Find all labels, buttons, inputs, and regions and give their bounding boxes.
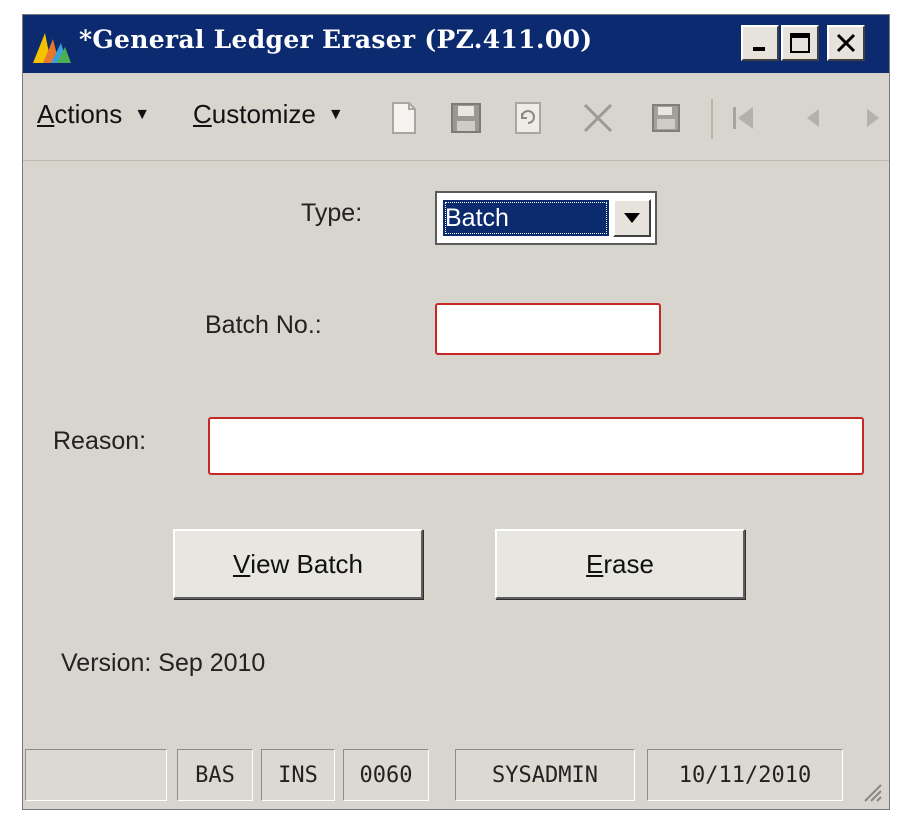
status-cell-user: SYSADMIN: [455, 749, 635, 801]
save-icon[interactable]: [447, 99, 485, 137]
type-dropdown[interactable]: Batch: [435, 191, 657, 245]
actions-menu[interactable]: Actions ▼: [37, 99, 150, 130]
status-cell-code: 0060: [343, 749, 429, 801]
toolbar: Actions ▼ Customize ▼: [23, 73, 889, 161]
erase-label: rase: [603, 548, 654, 579]
actions-menu-accesskey: A: [37, 99, 55, 129]
status-cell-date: 10/11/2010: [647, 749, 843, 801]
customize-menu[interactable]: Customize ▼: [193, 99, 344, 130]
view-batch-accesskey: V: [232, 548, 251, 579]
refresh-icon[interactable]: [509, 99, 547, 137]
title-bar[interactable]: *General Ledger Eraser (PZ.411.00): [23, 15, 889, 73]
reason-input[interactable]: [208, 417, 864, 475]
customize-menu-accesskey: C: [193, 99, 212, 129]
delete-icon[interactable]: [579, 99, 617, 137]
reason-label: Reason:: [53, 427, 147, 455]
app-chart-icon: [33, 33, 71, 63]
type-selected-value: Batch: [443, 200, 609, 236]
actions-menu-label: ctions: [54, 99, 123, 129]
next-record-icon[interactable]: [857, 99, 887, 137]
status-cell-mode: INS: [261, 749, 335, 801]
type-label: Type:: [301, 199, 363, 227]
first-record-icon[interactable]: [725, 99, 763, 137]
batch-no-label: Batch No.:: [205, 311, 322, 339]
maximize-button[interactable]: [781, 25, 819, 61]
minimize-icon: [753, 47, 765, 51]
minimize-button[interactable]: [741, 25, 779, 61]
status-cell-blank: [25, 749, 167, 801]
customize-menu-label: ustomize: [211, 99, 316, 129]
previous-record-icon[interactable]: [793, 99, 831, 137]
erase-button[interactable]: Erase: [495, 529, 745, 599]
general-ledger-eraser-window: *General Ledger Eraser (PZ.411.00) Actio…: [22, 14, 890, 810]
status-cell-company: BAS: [177, 749, 253, 801]
erase-accesskey: E: [586, 548, 604, 579]
save-and-close-icon[interactable]: [647, 99, 685, 137]
version-text: Version: Sep 2010: [61, 649, 266, 677]
new-document-icon[interactable]: [385, 99, 423, 137]
type-dropdown-button[interactable]: [613, 199, 651, 237]
chevron-down-icon: [624, 213, 640, 223]
toolbar-separator: [711, 99, 713, 139]
chevron-down-icon: ▼: [327, 105, 344, 123]
chevron-down-icon: ▼: [134, 105, 151, 123]
batch-no-input[interactable]: [435, 303, 661, 355]
status-bar: BAS INS 0060 SYSADMIN 10/11/2010: [23, 739, 889, 809]
view-batch-label: iew Batch: [250, 548, 364, 579]
close-icon: [836, 33, 856, 53]
close-button[interactable]: [827, 25, 865, 61]
view-batch-button[interactable]: View Batch: [173, 529, 423, 599]
window-title: *General Ledger Eraser (PZ.411.00): [79, 25, 593, 54]
resize-grip-icon[interactable]: [859, 779, 883, 803]
maximize-icon: [790, 33, 810, 53]
